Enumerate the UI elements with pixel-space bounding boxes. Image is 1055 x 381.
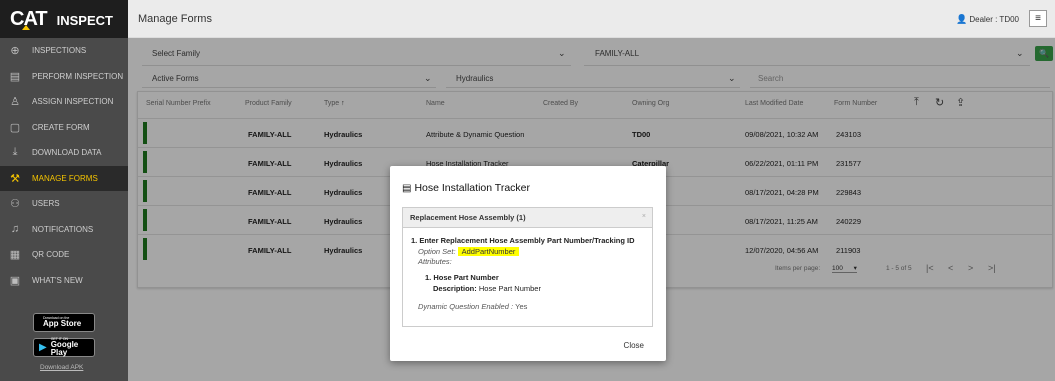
page-header: Manage Forms 👤 Dealer : TD00 ≡ [128, 0, 1055, 38]
sidebar-item-whats-new[interactable]: ▣ WHAT'S NEW [0, 268, 128, 294]
question-text: 1. Enter Replacement Hose Assembly Part … [411, 236, 635, 245]
description-value: Hose Part Number [478, 284, 541, 293]
section-panel: Replacement Hose Assembly (1) × 1. Enter… [402, 207, 653, 327]
wrench-icon: ⚒ [10, 172, 20, 185]
cat-logo: CAT [10, 7, 48, 30]
badge-big-text: Google Play [50, 340, 79, 358]
sidebar-item-notifications[interactable]: ♫ NOTIFICATIONS [0, 217, 128, 243]
person-icon: 👤 [956, 14, 968, 24]
sidebar-item-label: ASSIGN INSPECTION [32, 97, 114, 107]
dealer-text: Dealer : TD00 [969, 15, 1019, 24]
assign-person-icon: ♙ [10, 96, 20, 109]
cat-inspect-logo[interactable]: CAT INSPECT [0, 0, 128, 38]
document-icon: ▤ [402, 182, 412, 194]
sidebar-item-label: INSPECTIONS [32, 46, 87, 56]
google-play-badge[interactable]: ▶ GET IT ON Google Play [33, 337, 95, 358]
app-store-text: Download on the App Store [43, 316, 82, 329]
sidebar-item-create-form[interactable]: ▢ CREATE FORM [0, 115, 128, 141]
sidebar-item-label: PERFORM INSPECTION [32, 71, 124, 81]
download-apk-link[interactable]: Download APK [40, 364, 128, 371]
qr-code-icon: ▦ [9, 249, 21, 262]
dynamic-question-row: Dynamic Question Enabled : Yes [418, 302, 527, 311]
dialog-title: ▤ Hose Installation Tracker [402, 182, 530, 194]
collapse-icon[interactable]: × [642, 213, 646, 220]
sidebar: CAT INSPECT ⊕ INSPECTIONS ▤ PERFORM INSPEC… [0, 0, 128, 381]
close-button[interactable]: Close [624, 341, 644, 350]
dynamic-label: Dynamic Question Enabled : [418, 302, 514, 311]
sidebar-item-label: QR CODE [32, 250, 70, 260]
dialog-title-text: Hose Installation Tracker [414, 182, 531, 194]
sidebar-item-label: WHAT'S NEW [32, 275, 83, 285]
download-icon: ⤓ [12, 146, 18, 159]
clipboard-icon: ▤ [9, 70, 21, 83]
dealer-label[interactable]: 👤 Dealer : TD00 [956, 14, 1019, 25]
search-plus-icon: ⊕ [10, 45, 20, 58]
option-set-label: Option Set: [418, 247, 456, 256]
section-title: Replacement Hose Assembly (1) [410, 213, 526, 222]
news-icon: ▣ [9, 274, 21, 287]
section-header[interactable]: Replacement Hose Assembly (1) × [403, 208, 652, 228]
attribute-description: Description: Hose Part Number [433, 284, 541, 293]
app-name: INSPECT [56, 13, 113, 28]
bell-icon: ♫ [10, 223, 20, 236]
sidebar-item-manage-forms[interactable]: ⚒ MANAGE FORMS [0, 165, 128, 191]
attributes-label: Attributes: [418, 257, 452, 266]
dynamic-value: Yes [515, 302, 528, 311]
menu-button[interactable]: ≡ [1029, 10, 1047, 27]
sidebar-item-label: MANAGE FORMS [32, 173, 98, 183]
hamburger-icon: ≡ [1035, 13, 1041, 24]
sidebar-item-label: CREATE FORM [32, 122, 90, 132]
create-form-icon: ▢ [9, 121, 21, 134]
play-icon: ▶ [39, 342, 47, 353]
sidebar-item-label: NOTIFICATIONS [32, 224, 94, 234]
sidebar-item-download-data[interactable]: ⤓ DOWNLOAD DATA [0, 140, 128, 166]
app-store-badge[interactable]: Download on the App Store [33, 313, 95, 332]
description-label: Description: [433, 284, 477, 293]
page-title: Manage Forms [138, 12, 212, 25]
form-preview-dialog: ▤ Hose Installation Tracker Replacement … [390, 166, 666, 361]
sidebar-item-qr-code[interactable]: ▦ QR CODE [0, 242, 128, 268]
option-set-row: Option Set: AddPartNumber [418, 247, 520, 256]
sidebar-item-perform-inspection[interactable]: ▤ PERFORM INSPECTION [0, 64, 128, 90]
sidebar-nav: ⊕ INSPECTIONS ▤ PERFORM INSPECTION ♙ ASSIGN… [0, 38, 128, 293]
sidebar-item-inspections[interactable]: ⊕ INSPECTIONS [0, 38, 128, 64]
users-icon: ⚇ [10, 198, 20, 211]
google-play-text: GET IT ON Google Play [50, 337, 94, 358]
sidebar-item-label: DOWNLOAD DATA [32, 148, 102, 158]
badge-big-text: App Store [43, 319, 82, 329]
attribute-title: 1. Hose Part Number [425, 273, 499, 282]
option-set-value: AddPartNumber [457, 247, 520, 256]
sidebar-item-assign-inspection[interactable]: ♙ ASSIGN INSPECTION [0, 89, 128, 115]
sidebar-item-users[interactable]: ⚇ USERS [0, 191, 128, 217]
sidebar-item-label: USERS [32, 199, 60, 209]
